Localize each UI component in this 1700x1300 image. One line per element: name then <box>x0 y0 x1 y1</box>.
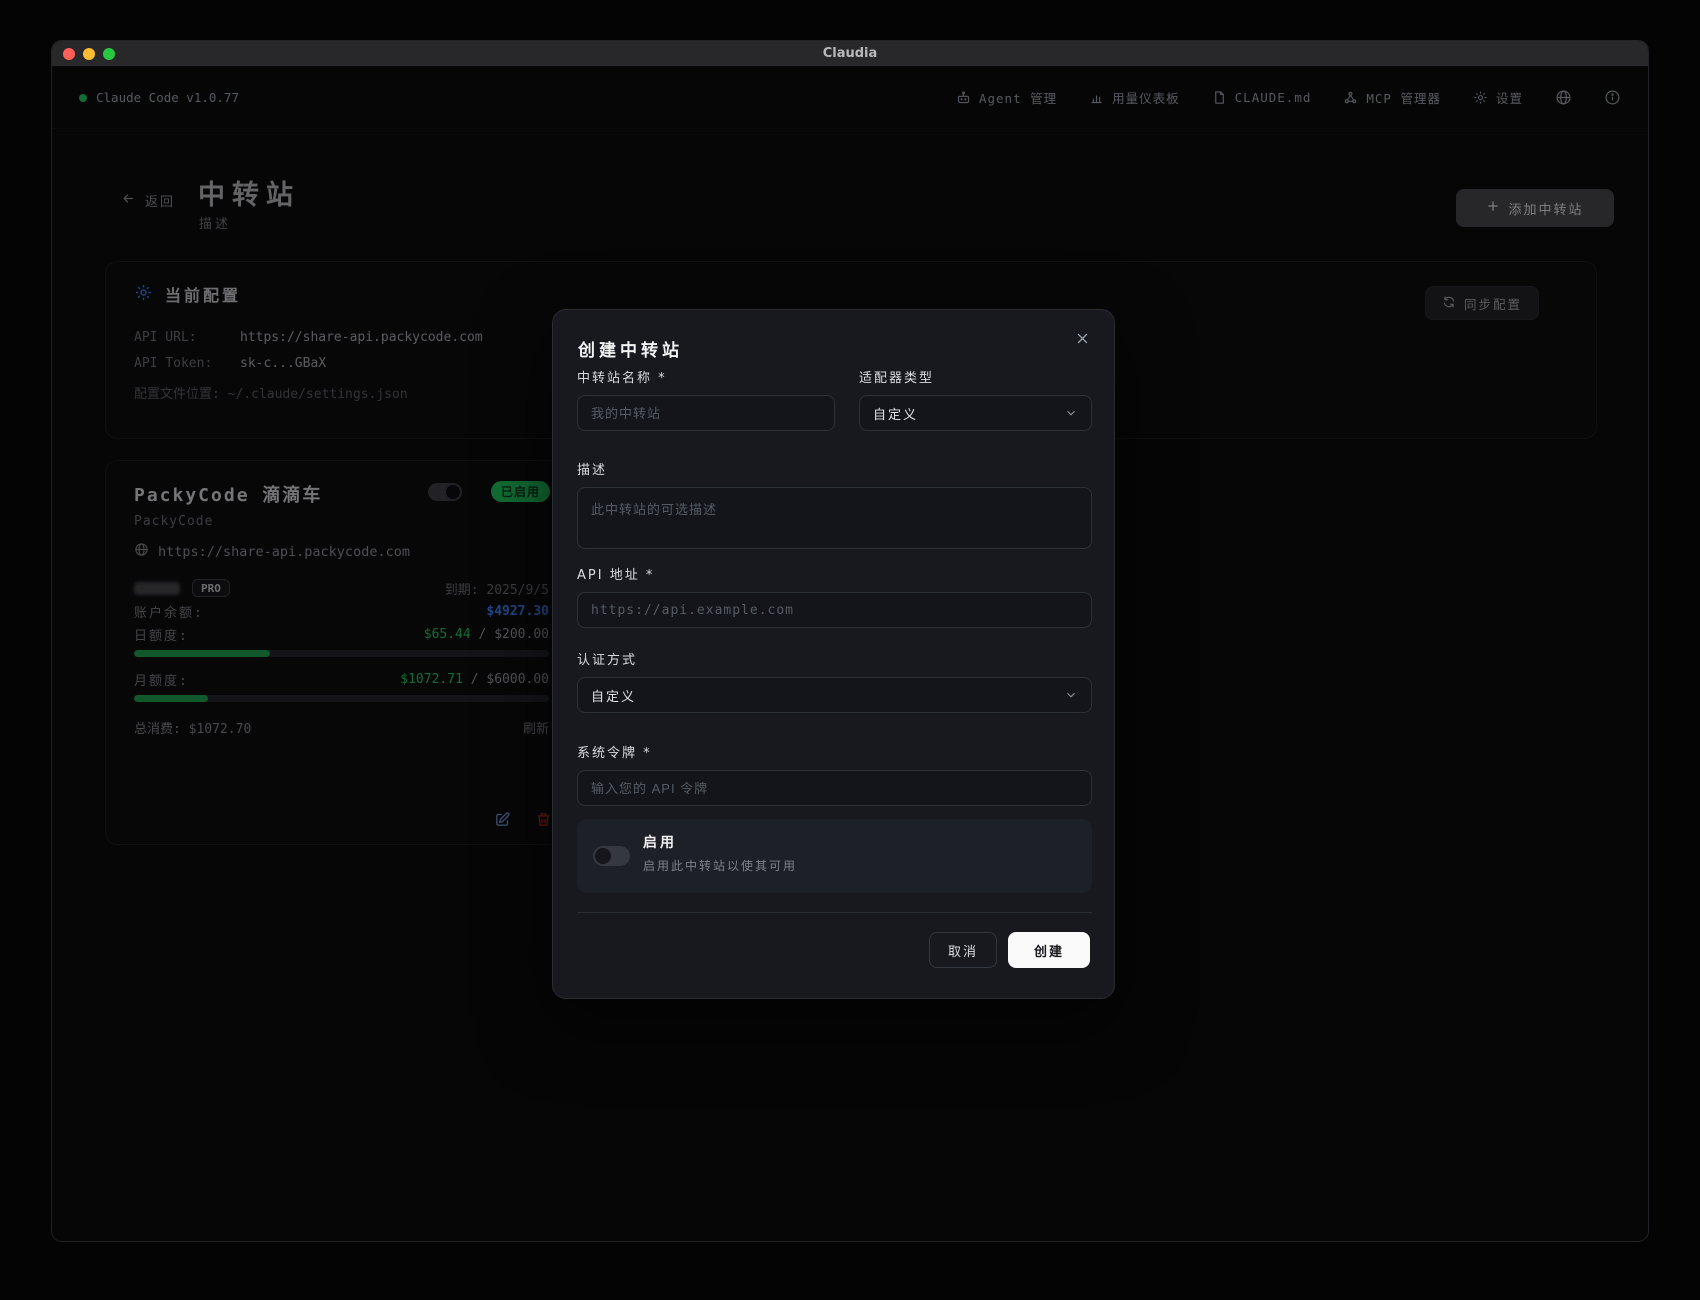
window-title: Claudia <box>822 46 878 61</box>
close-modal-button[interactable] <box>1068 324 1096 352</box>
station-name-label: 中转站名称 * <box>577 371 667 386</box>
app-window: Claudia Claude Code v1.0.77 Agent 管理 用量仪… <box>51 40 1649 1242</box>
auth-method-select[interactable]: 自定义 <box>577 677 1092 713</box>
enable-toggle[interactable] <box>593 846 630 866</box>
create-button[interactable]: 创建 <box>1007 932 1090 968</box>
close-icon <box>1077 333 1087 343</box>
auth-method-value: 自定义 <box>591 689 637 705</box>
api-address-input[interactable] <box>577 592 1092 628</box>
description-label: 描述 <box>577 463 608 478</box>
modal-title: 创建中转站 <box>578 341 683 361</box>
create-station-modal: 创建中转站 中转站名称 * 适配器类型 自定义 描述 API 地址 * <box>552 309 1115 999</box>
enable-panel: 启用 启用此中转站以使其可用 <box>577 819 1092 893</box>
toggle-knob <box>595 848 611 864</box>
cancel-button[interactable]: 取消 <box>928 932 997 968</box>
adapter-type-label: 适配器类型 <box>859 371 935 386</box>
adapter-type-select[interactable]: 自定义 <box>859 395 1092 431</box>
chevron-down-icon <box>1064 406 1078 420</box>
enable-description: 启用此中转站以使其可用 <box>643 859 798 873</box>
auth-method-label: 认证方式 <box>577 653 638 668</box>
modal-divider <box>577 912 1092 913</box>
desktop-background: Claudia Claude Code v1.0.77 Agent 管理 用量仪… <box>0 0 1700 1300</box>
chevron-down-icon <box>1064 688 1078 702</box>
system-token-input[interactable] <box>577 770 1092 806</box>
api-address-label: API 地址 * <box>577 568 655 583</box>
system-token-label: 系统令牌 * <box>577 746 652 761</box>
station-name-input[interactable] <box>577 395 835 431</box>
description-textarea[interactable] <box>577 487 1092 549</box>
titlebar: Claudia <box>52 41 1648 67</box>
enable-title: 启用 <box>643 835 677 851</box>
adapter-type-value: 自定义 <box>873 407 919 423</box>
